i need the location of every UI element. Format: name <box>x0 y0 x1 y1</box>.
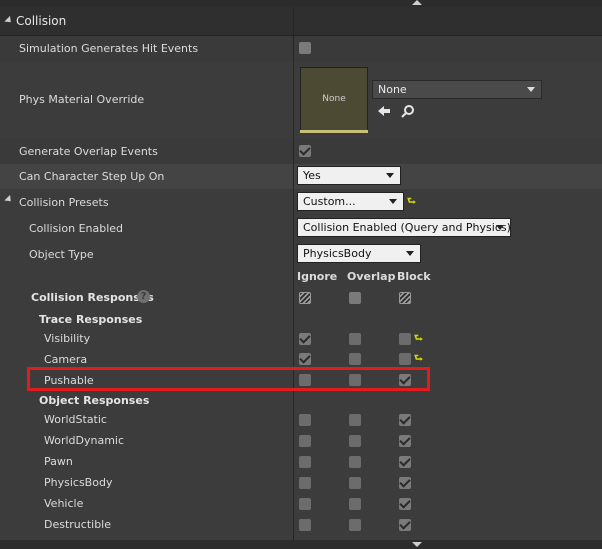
material-thumbnail-label: None <box>322 94 346 104</box>
help-icon[interactable]: ? <box>137 290 150 303</box>
chevron-down-icon <box>496 225 504 230</box>
chevron-down-icon <box>406 251 414 256</box>
camera-reset-arrow-icon[interactable]: ⮑ <box>414 351 423 368</box>
phys-material-label: Phys Material Override <box>19 93 145 106</box>
responses-overlap-all[interactable] <box>349 292 361 304</box>
bottom-scroll-bar[interactable] <box>0 540 602 549</box>
highlight-box <box>27 367 430 391</box>
object-label-worlddynamic: WorldDynamic <box>44 434 125 447</box>
chevron-down-icon <box>527 87 535 92</box>
visibility-reset-arrow-icon[interactable]: ⮑ <box>414 331 423 348</box>
column-divider[interactable] <box>293 7 294 540</box>
enabled-label: Collision Enabled <box>29 222 124 235</box>
visibility-overlap-checkbox[interactable] <box>349 333 361 345</box>
vehicle-block-checkbox[interactable] <box>399 498 411 510</box>
object-type-value: PhysicsBody <box>303 247 372 260</box>
sim-hit-checkbox[interactable] <box>299 42 311 54</box>
enabled-dropdown[interactable]: Collision Enabled (Query and Physics) <box>297 218 511 237</box>
visibility-block-checkbox[interactable] <box>399 333 411 345</box>
presets-label: Collision Presets <box>19 196 109 209</box>
presets-dropdown[interactable]: Custom... <box>297 192 404 211</box>
reset-arrow-icon[interactable]: ⮑ <box>407 194 416 211</box>
column-overlap: Overlap <box>347 270 396 283</box>
step-up-label: Can Character Step Up On <box>19 170 165 183</box>
top-scroll-bar[interactable] <box>0 0 602 7</box>
phys-material-dropdown[interactable]: None <box>372 80 542 99</box>
object-label-vehicle: Vehicle <box>44 497 84 510</box>
trace-label-camera: Camera <box>44 353 88 366</box>
physicsbody-ignore-checkbox[interactable] <box>299 477 311 489</box>
overlap-label: Generate Overlap Events <box>19 145 158 158</box>
scroll-up-icon[interactable] <box>412 0 422 5</box>
step-up-value: Yes <box>303 169 321 182</box>
material-thumbnail-bar <box>300 130 368 133</box>
section-header[interactable]: Collision <box>0 7 602 36</box>
section-title: Collision <box>16 14 67 28</box>
worldstatic-overlap-checkbox[interactable] <box>349 414 361 426</box>
pawn-ignore-checkbox[interactable] <box>299 456 311 468</box>
magnifier-icon[interactable] <box>401 104 415 118</box>
object-type-dropdown[interactable]: PhysicsBody <box>297 244 421 263</box>
worldstatic-ignore-checkbox[interactable] <box>299 414 311 426</box>
trace-responses-label: Trace Responses <box>39 313 143 326</box>
vehicle-ignore-checkbox[interactable] <box>299 498 311 510</box>
chevron-down-icon <box>389 199 397 204</box>
object-label-worldstatic: WorldStatic <box>44 413 107 426</box>
worlddynamic-overlap-checkbox[interactable] <box>349 435 361 447</box>
object-label-pawn: Pawn <box>44 455 73 468</box>
chevron-down-icon <box>386 173 394 178</box>
sim-hit-label: Simulation Generates Hit Events <box>19 42 199 55</box>
worlddynamic-block-checkbox[interactable] <box>399 435 411 447</box>
camera-ignore-checkbox[interactable] <box>299 353 311 365</box>
destructible-overlap-checkbox[interactable] <box>349 519 361 531</box>
responses-label: Collision Responses <box>31 291 154 304</box>
pawn-overlap-checkbox[interactable] <box>349 456 361 468</box>
responses-block-all[interactable] <box>399 292 411 304</box>
pawn-block-checkbox[interactable] <box>399 456 411 468</box>
worlddynamic-ignore-checkbox[interactable] <box>299 435 311 447</box>
trace-label-visibility: Visibility <box>44 332 91 345</box>
responses-ignore-all[interactable] <box>299 292 311 304</box>
phys-material-value: None <box>378 83 407 96</box>
overlap-checkbox[interactable] <box>299 145 311 157</box>
collapse-icon[interactable] <box>4 15 14 26</box>
camera-overlap-checkbox[interactable] <box>349 353 361 365</box>
object-responses-label: Object Responses <box>39 394 150 407</box>
visibility-ignore-checkbox[interactable] <box>299 333 311 345</box>
physicsbody-overlap-checkbox[interactable] <box>349 477 361 489</box>
physicsbody-block-checkbox[interactable] <box>399 477 411 489</box>
column-ignore: Ignore <box>297 270 338 283</box>
camera-block-checkbox[interactable] <box>399 353 411 365</box>
column-block: Block <box>397 270 431 283</box>
object-label-physicsbody: PhysicsBody <box>44 476 113 489</box>
worldstatic-block-checkbox[interactable] <box>399 414 411 426</box>
enabled-value: Collision Enabled (Query and Physics) <box>303 221 511 234</box>
destructible-block-checkbox[interactable] <box>399 519 411 531</box>
object-type-label: Object Type <box>29 248 94 261</box>
arrow-left-icon[interactable] <box>377 104 391 118</box>
object-label-destructible: Destructible <box>44 518 111 531</box>
presets-value: Custom... <box>303 195 356 208</box>
vehicle-overlap-checkbox[interactable] <box>349 498 361 510</box>
step-up-dropdown[interactable]: Yes <box>297 166 401 185</box>
destructible-ignore-checkbox[interactable] <box>299 519 311 531</box>
scroll-down-icon[interactable] <box>412 542 422 547</box>
